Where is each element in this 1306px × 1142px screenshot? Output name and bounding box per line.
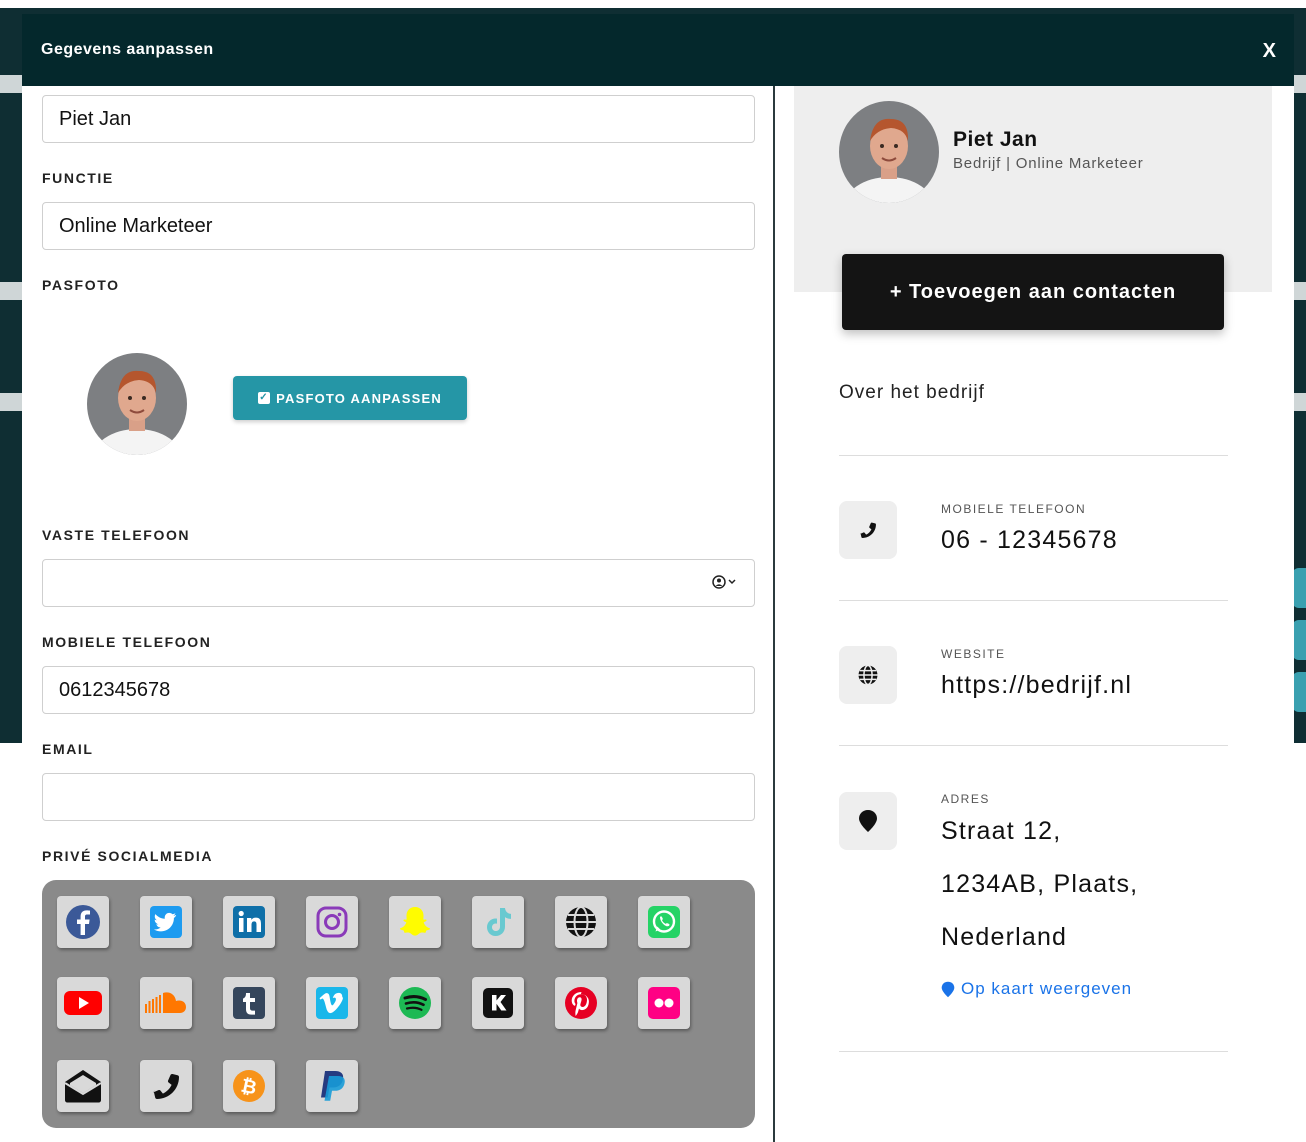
flickr-icon[interactable] [638,977,690,1029]
vimeo-icon[interactable] [306,977,358,1029]
contact-autofill-icon[interactable] [712,574,738,593]
add-to-contacts-button[interactable]: + Toevoegen aan contacten [842,254,1224,330]
mobiele-telefoon-value: 0612345678 [59,678,171,701]
address-line-3: Nederland [941,923,1068,951]
phone-icon [839,501,897,559]
divider [839,745,1228,746]
phone-icon[interactable] [140,1060,192,1112]
divider [839,1051,1228,1052]
show-on-map-link[interactable]: Op kaart weergeven [941,979,1132,999]
background-divider [1294,393,1306,411]
check-square-icon: ✓ [258,392,271,404]
about-company-link[interactable]: Over het bedrijf [839,382,985,404]
address-line-2: 1234AB, Plaats, [941,870,1139,898]
vaste-telefoon-field[interactable] [42,559,755,607]
close-button[interactable]: X [1263,40,1276,63]
map-pin-icon [941,981,955,997]
preview-subtitle: Bedrijf | Online Marketeer [953,155,1144,172]
change-photo-button[interactable]: ✓ PASFOTO AANPASSEN [233,376,467,420]
spotify-icon[interactable] [389,977,441,1029]
website-label: WEBSITE [941,647,1006,661]
website-value[interactable]: https://bedrijf.nl [941,671,1132,700]
show-on-map-label: Op kaart weergeven [961,979,1133,998]
pinterest-icon[interactable] [555,977,607,1029]
youtube-icon[interactable] [57,977,109,1029]
background-divider [1294,75,1306,93]
background-divider [0,393,22,411]
social-media-panel: ₿ [42,880,755,1128]
pasfoto-label: PASFOTO [42,277,120,293]
mail-icon[interactable] [57,1060,109,1112]
divider [839,455,1228,456]
facebook-icon[interactable] [57,896,109,948]
twitter-icon[interactable] [140,896,192,948]
background-button [1292,568,1306,608]
social-media-label: PRIVÉ SOCIALMEDIA [42,848,214,864]
divider [839,600,1228,601]
name-field-value: Piet Jan [59,107,132,130]
kickstarter-icon[interactable] [472,977,524,1029]
modal-header: Gegevens aanpassen X [22,14,1294,86]
globe-icon [839,646,897,704]
address-line-1: Straat 12, [941,817,1062,845]
vaste-telefoon-label: VASTE TELEFOON [42,527,191,543]
mobiele-telefoon-label: MOBIELE TELEFOON [42,634,212,650]
mobiele-telefoon-field[interactable]: 0612345678 [42,666,755,714]
email-label: EMAIL [42,741,94,757]
change-photo-label: PASFOTO AANPASSEN [276,390,442,406]
whatsapp-icon[interactable] [638,896,690,948]
background-divider [0,75,22,93]
column-divider [773,86,775,1142]
globe-icon[interactable] [555,896,607,948]
background-divider [0,282,22,300]
preview-name: Piet Jan [953,128,1038,151]
functie-label: FUNCTIE [42,170,114,186]
preview-avatar [839,101,939,203]
background-divider [1294,282,1306,300]
address-label: ADRES [941,792,990,806]
edit-details-modal: Gegevens aanpassen X Piet Jan FUNCTIE On… [22,14,1294,1142]
mobile-phone-value[interactable]: 06 - 12345678 [941,526,1118,555]
paypal-icon[interactable] [306,1060,358,1112]
functie-field[interactable]: Online Marketeer [42,202,755,250]
bitcoin-icon[interactable]: ₿ [223,1060,275,1112]
mobile-phone-label: MOBIELE TELEFOON [941,502,1087,516]
name-field[interactable]: Piet Jan [42,95,755,143]
location-pin-icon [839,792,897,850]
soundcloud-icon[interactable] [140,977,192,1029]
snapchat-icon[interactable] [389,896,441,948]
profile-photo [87,353,187,455]
background-button [1292,672,1306,712]
tumblr-icon[interactable] [223,977,275,1029]
email-field[interactable] [42,773,755,821]
background-button [1292,620,1306,660]
linkedin-icon[interactable] [223,896,275,948]
functie-field-value: Online Marketeer [59,214,213,237]
instagram-icon[interactable] [306,896,358,948]
tiktok-icon[interactable] [472,896,524,948]
modal-title: Gegevens aanpassen [41,41,214,58]
